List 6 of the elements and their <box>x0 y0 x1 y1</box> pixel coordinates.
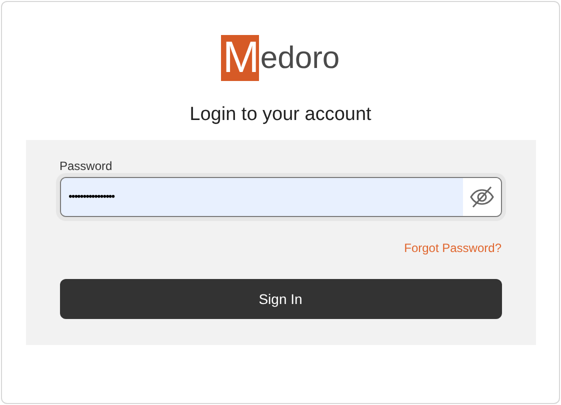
sign-in-button[interactable]: Sign In <box>60 279 502 319</box>
logo-text: edoro <box>260 39 340 77</box>
field-label: Password <box>60 159 114 173</box>
logo-mark: M <box>221 35 260 81</box>
page-heading: Login to your account <box>190 103 372 127</box>
hide-password-icon[interactable] <box>462 178 500 216</box>
